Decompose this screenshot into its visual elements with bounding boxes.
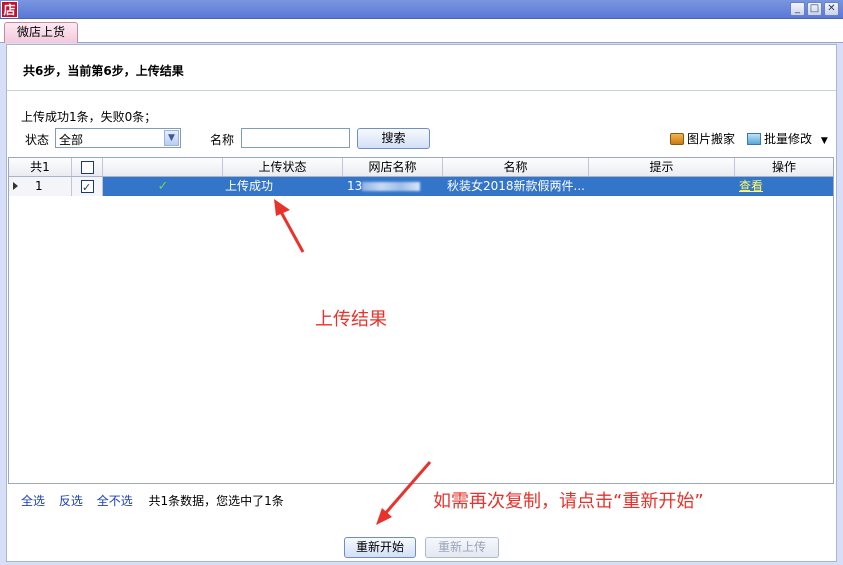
select-all-checkbox[interactable] bbox=[81, 161, 94, 174]
image-move-label: 图片搬家 bbox=[687, 132, 736, 146]
tab-weidian-upload[interactable]: 微店上货 bbox=[4, 22, 78, 43]
row-pointer-icon bbox=[13, 182, 18, 190]
close-button[interactable]: ✕ bbox=[824, 2, 839, 16]
row-checkbox-cell[interactable] bbox=[72, 177, 103, 196]
header-count: 共1 bbox=[9, 158, 72, 176]
chevron-down-icon[interactable]: ▼ bbox=[164, 130, 179, 146]
blurred-text bbox=[362, 182, 421, 191]
header-hint[interactable]: 提示 bbox=[589, 158, 735, 176]
dropdown-arrow-icon[interactable]: ▼ bbox=[821, 136, 828, 146]
row-hint bbox=[593, 177, 735, 196]
minimize-button[interactable]: _ bbox=[790, 2, 805, 16]
header-action: 操作 bbox=[771, 160, 796, 174]
title-bar: 店 _ □ ✕ bbox=[0, 0, 843, 19]
header-icon-column bbox=[103, 158, 223, 176]
annotation-result: 上传结果 bbox=[315, 309, 387, 330]
image-move-tool[interactable]: 图片搬家 bbox=[670, 130, 735, 147]
main-panel: 共6步，当前第6步，上传结果 上传成功1条，失败0条； 状态 全部 ▼ 名称 搜… bbox=[6, 44, 837, 562]
header-upload-status[interactable]: 上传状态 bbox=[223, 158, 343, 176]
footer-selection-links: 全选 反选 全不选 共1条数据，您选中了1条 bbox=[21, 492, 294, 509]
row-status-icon-cell: ✓ bbox=[103, 177, 223, 196]
view-link[interactable]: 查看 bbox=[739, 179, 763, 193]
steps-text: 共6步，当前第6步，上传结果 bbox=[23, 64, 184, 78]
grid-header: 共1 上传状态 网店名称 名称 提示 操作 bbox=[9, 158, 833, 177]
status-select[interactable]: 全部 ▼ bbox=[55, 128, 181, 148]
row-name: 秋装女2018新款假两件... bbox=[447, 179, 585, 193]
truck-icon bbox=[670, 133, 684, 145]
status-select-value: 全部 bbox=[59, 133, 84, 147]
row-index: 1 bbox=[35, 179, 43, 193]
header-name[interactable]: 名称 bbox=[443, 158, 589, 176]
check-icon: ✓ bbox=[157, 179, 169, 194]
results-grid: 共1 上传状态 网店名称 名称 提示 操作 1 ✓ 上传成功 1 bbox=[8, 157, 834, 484]
row-shop-name-prefix: 13 bbox=[347, 179, 363, 193]
row-header: 1 bbox=[9, 177, 72, 196]
row-checkbox[interactable] bbox=[81, 178, 94, 196]
select-none-link[interactable]: 全不选 bbox=[97, 494, 133, 508]
row-shop-name: 13 bbox=[347, 177, 443, 196]
reupload-button[interactable]: 重新上传 bbox=[425, 537, 499, 558]
status-label: 状态 bbox=[25, 133, 50, 147]
table-row[interactable]: 1 ✓ 上传成功 13 秋装女2018新款假两件... 查看 bbox=[9, 177, 833, 196]
invert-selection-link[interactable]: 反选 bbox=[59, 494, 83, 508]
batch-edit-icon bbox=[747, 133, 761, 145]
batch-edit-label: 批量修改 bbox=[764, 132, 813, 146]
name-label: 名称 bbox=[210, 133, 235, 147]
restart-button[interactable]: 重新开始 bbox=[344, 537, 416, 558]
row-upload-status: 上传成功 bbox=[225, 179, 274, 193]
app-icon: 店 bbox=[1, 1, 18, 18]
header-shop-name[interactable]: 网店名称 bbox=[343, 158, 443, 176]
select-all-link[interactable]: 全选 bbox=[21, 494, 45, 508]
maximize-button[interactable]: □ bbox=[807, 2, 822, 16]
name-input[interactable] bbox=[241, 128, 350, 148]
header-select-all[interactable] bbox=[72, 158, 103, 176]
tab-strip: 微店上货 bbox=[0, 19, 843, 43]
annotation-restart-hint: 如需再次复制，请点击“重新开始” bbox=[433, 491, 704, 512]
search-button[interactable]: 搜索 bbox=[357, 128, 430, 149]
batch-edit-tool[interactable]: 批量修改 ▼ bbox=[747, 130, 828, 147]
result-summary: 上传成功1条，失败0条； bbox=[21, 110, 157, 124]
selection-count-text: 共1条数据，您选中了1条 bbox=[148, 494, 284, 508]
steps-header: 共6步，当前第6步，上传结果 bbox=[7, 45, 836, 91]
row-action-cell: 查看 bbox=[739, 177, 833, 196]
